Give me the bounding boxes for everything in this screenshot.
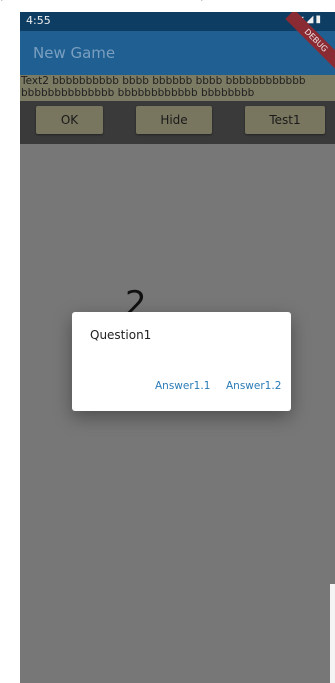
- battery-icon: ▮: [315, 14, 321, 25]
- test1-button[interactable]: Test1: [245, 106, 325, 134]
- text-banner-line-2: bbbbbbbbbbbbbb bbbbbbbbbbbb bbbbbbbb: [21, 87, 255, 99]
- left-gutter: [0, 12, 20, 683]
- page-title: New Game: [33, 44, 116, 62]
- question-dialog: Question1 Answer1.1 Answer1.2: [72, 312, 291, 411]
- browser-top-strip: · ·: [0, 0, 335, 12]
- phone-screen: 4:55 ▾ ◢ ▮ New Game DEBUG Text2 bbbbbbbb…: [20, 12, 335, 683]
- faded-icon: ·: [200, 0, 204, 7]
- edge-panel: [330, 584, 335, 683]
- faded-icon: ·: [0, 0, 4, 7]
- answer-button-1[interactable]: Answer1.1: [155, 380, 210, 392]
- hide-button[interactable]: Hide: [136, 106, 212, 134]
- status-time: 4:55: [26, 14, 51, 27]
- button-toolbar: OK Hide Test1: [20, 101, 335, 144]
- text-banner-line-1: Text2 bbbbbbbbbb bbbb bbbbbb bbbb bbbbbb…: [21, 75, 306, 87]
- dialog-question: Question1: [90, 328, 152, 342]
- answer-button-2[interactable]: Answer1.2: [226, 380, 281, 392]
- app-bar: New Game: [20, 31, 335, 75]
- ok-button[interactable]: OK: [36, 106, 103, 134]
- text-banner: Text2 bbbbbbbbbb bbbb bbbbbb bbbb bbbbbb…: [20, 75, 335, 101]
